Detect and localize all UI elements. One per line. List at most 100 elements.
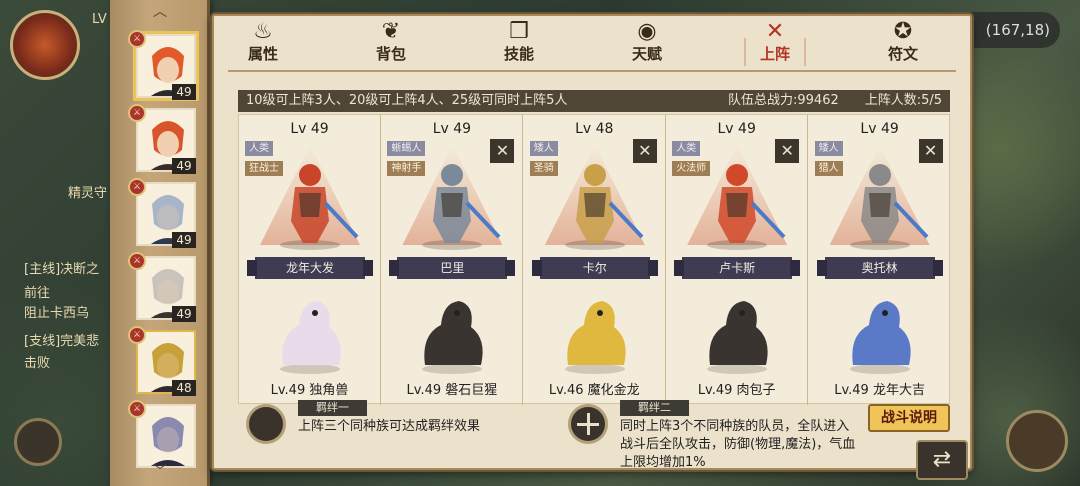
tab-label: 天赋	[631, 45, 662, 63]
tab-crossed-swords[interactable]: ✕ 上阵	[740, 20, 810, 68]
class-badge-icon: ⚔	[128, 252, 146, 270]
member-level: Lv 49	[432, 121, 472, 137]
hero-slot[interactable]: ⚔ 49	[128, 252, 202, 324]
member-name: 奥托林	[816, 257, 943, 279]
bond-two-icon[interactable]	[568, 404, 608, 444]
pet-name: Lv.49 磐石巨猩	[406, 383, 498, 398]
tab-label: 技能	[503, 45, 534, 63]
bag-icon: ❦	[381, 19, 401, 44]
hero-level: 48	[172, 380, 196, 396]
bond-two-desc-line: 战斗后全队攻击，防御(物理,魔法)，气血	[620, 437, 856, 452]
team-member[interactable]: Lv 49 矮人 猎人 ✕ 奥托林 Lv.49 龙年大吉	[809, 115, 951, 405]
hero-level: 49	[172, 158, 196, 174]
formation-info-bar: 10级可上阵3人、20级可上阵4人、25级可同时上阵5人 队伍总战力:99462…	[238, 90, 950, 112]
member-name: 龙年大发	[247, 257, 373, 279]
bond-one: 羁绊一 上阵三个同种族可达成羁绊效果	[246, 400, 546, 466]
hero-slot[interactable]: ⚔ 49	[128, 178, 202, 250]
hero-list: ︿ ⚔ 49 ⚔ 49 ⚔ 49 ⚔ 49 ⚔ 48 ⚔ ﹀	[110, 0, 210, 486]
hero-slot[interactable]: ⚔ 49	[128, 30, 202, 102]
pet-figure	[422, 301, 484, 374]
formation-panel: ♨ 属性 ❦ 背包 ❒ 技能 ◉ 天赋 ✕ 上阵 ✪ 符文 10级可上阵3人、20级可上阵…	[212, 14, 972, 470]
tab-label: 背包	[375, 45, 406, 63]
scroll-up-icon[interactable]: ︿	[146, 4, 174, 20]
team-power: 队伍总战力:99462	[728, 93, 839, 108]
hero-slot[interactable]: ⚔	[128, 400, 202, 472]
bond-two-desc-line: 上限均增加1%	[620, 455, 706, 470]
pet-name: Lv.49 肉包子	[697, 383, 776, 398]
class-badge-icon: ⚔	[128, 30, 146, 48]
member-level: Lv 49	[860, 121, 899, 137]
pet-name: Lv.49 龙年大吉	[834, 383, 925, 398]
flame-icon: ♨	[253, 19, 273, 44]
hud-label: 精灵守	[68, 186, 108, 201]
tab-book[interactable]: ❒ 技能	[484, 20, 554, 68]
hero-level: 49	[172, 84, 196, 100]
pet-figure	[849, 301, 911, 374]
eye-icon: ◉	[637, 19, 657, 44]
tab-label: 符文	[887, 45, 918, 63]
bond-two-desc-line: 同时上阵3个不同种族的队员，全队进入	[620, 419, 850, 434]
hero-portrait	[136, 404, 196, 468]
pet-name: Lv.46 魔化金龙	[548, 383, 640, 398]
tab-label: 上阵	[759, 45, 790, 63]
hero-figure	[707, 164, 786, 250]
battle-help-button[interactable]: 战斗说明	[868, 404, 950, 432]
bond-two: 羁绊二 同时上阵3个不同种族的队员，全队进入 战斗后全队攻击，防御(物理,魔法)…	[568, 400, 868, 470]
team-member[interactable]: Lv 48 矮人 圣骑 ✕ 卡尔 Lv.46 魔化金龙	[524, 115, 666, 405]
tab-bar: ♨ 属性 ❦ 背包 ❒ 技能 ◉ 天赋 ✕ 上阵 ✪ 符文	[214, 16, 970, 68]
tab-divider	[228, 70, 956, 72]
tab-flame[interactable]: ♨ 属性	[228, 20, 298, 68]
tab-label: 属性	[247, 45, 278, 63]
pet-figure	[280, 301, 341, 374]
member-level: Lv 48	[575, 121, 614, 137]
team-member[interactable]: Lv 49 人类 狂战士 龙年大发 Lv.49 独角兽	[239, 115, 381, 405]
side-quest-title[interactable]: [支线]完美悲	[24, 330, 99, 349]
pet-figure	[707, 301, 768, 374]
bond-one-desc: 上阵三个同种族可达成羁绊效果	[298, 419, 481, 434]
bond-one-icon[interactable]	[246, 404, 286, 444]
pet-name: Lv.49 独角兽	[270, 383, 349, 398]
team-count: 上阵人数:5/5	[864, 93, 942, 108]
team-member[interactable]: Lv 49 人类 火法师 ✕ 卢卡斯 Lv.49 肉包子	[666, 115, 809, 405]
hero-figure	[849, 164, 929, 250]
member-name: 卢卡斯	[674, 257, 801, 279]
hero-figure	[422, 164, 501, 250]
book-icon: ❒	[509, 19, 529, 44]
main-quest-line2: 阻止卡西乌	[24, 306, 90, 321]
formation-rules: 10级可上阵3人、20级可上阵4人、25级可同时上阵5人	[246, 93, 568, 108]
class-badge-icon: ⚔	[128, 400, 146, 418]
crossed-swords-icon: ✕	[765, 19, 785, 44]
hud-right-button[interactable]	[1006, 410, 1068, 472]
bond-one-title: 羁绊一	[298, 400, 367, 416]
hero-figure	[564, 164, 644, 250]
bond-two-desc: 同时上阵3个不同种族的队员，全队进入 战斗后全队攻击，防御(物理,魔法)，气血 …	[620, 418, 855, 472]
scroll-down-icon[interactable]: ﹀	[146, 464, 174, 480]
hero-slot[interactable]: ⚔ 49	[128, 104, 202, 176]
tab-rune[interactable]: ✪ 符文	[868, 20, 938, 68]
member-name: 卡尔	[531, 257, 658, 279]
team-member[interactable]: Lv 49 蜥蜴人 神射手 ✕ 巴里 Lv.49 磐石巨猩	[381, 115, 524, 405]
member-name: 巴里	[389, 257, 516, 279]
hero-level: 49	[172, 306, 196, 322]
return-button[interactable]: ⇄	[916, 440, 968, 480]
class-badge-icon: ⚔	[128, 178, 146, 196]
class-badge-icon: ⚔	[128, 326, 146, 344]
player-avatar[interactable]	[10, 10, 80, 80]
hero-level: 49	[172, 232, 196, 248]
member-level: Lv 49	[717, 121, 756, 137]
hero-figure	[280, 164, 359, 250]
pet-figure	[564, 301, 626, 374]
tab-eye[interactable]: ◉ 天赋	[612, 20, 682, 68]
main-quest-title[interactable]: [主线]决断之	[24, 258, 99, 277]
class-badge-icon: ⚔	[128, 104, 146, 122]
tab-bag[interactable]: ❦ 背包	[356, 20, 426, 68]
team-grid: Lv 49 人类 狂战士 龙年大发 Lv.49 独角兽 Lv 49 蜥蜴人 神射…	[238, 114, 951, 405]
member-level: Lv 49	[290, 121, 329, 137]
side-quest-line1: 击败	[24, 356, 51, 371]
bond-two-title: 羁绊二	[620, 400, 689, 416]
hud-bottom-button[interactable]	[14, 418, 62, 466]
rune-icon: ✪	[893, 19, 913, 44]
hero-slot[interactable]: ⚔ 48	[128, 326, 202, 398]
main-quest-line1: 前往	[24, 286, 51, 301]
player-level-prefix: LV	[92, 12, 107, 27]
